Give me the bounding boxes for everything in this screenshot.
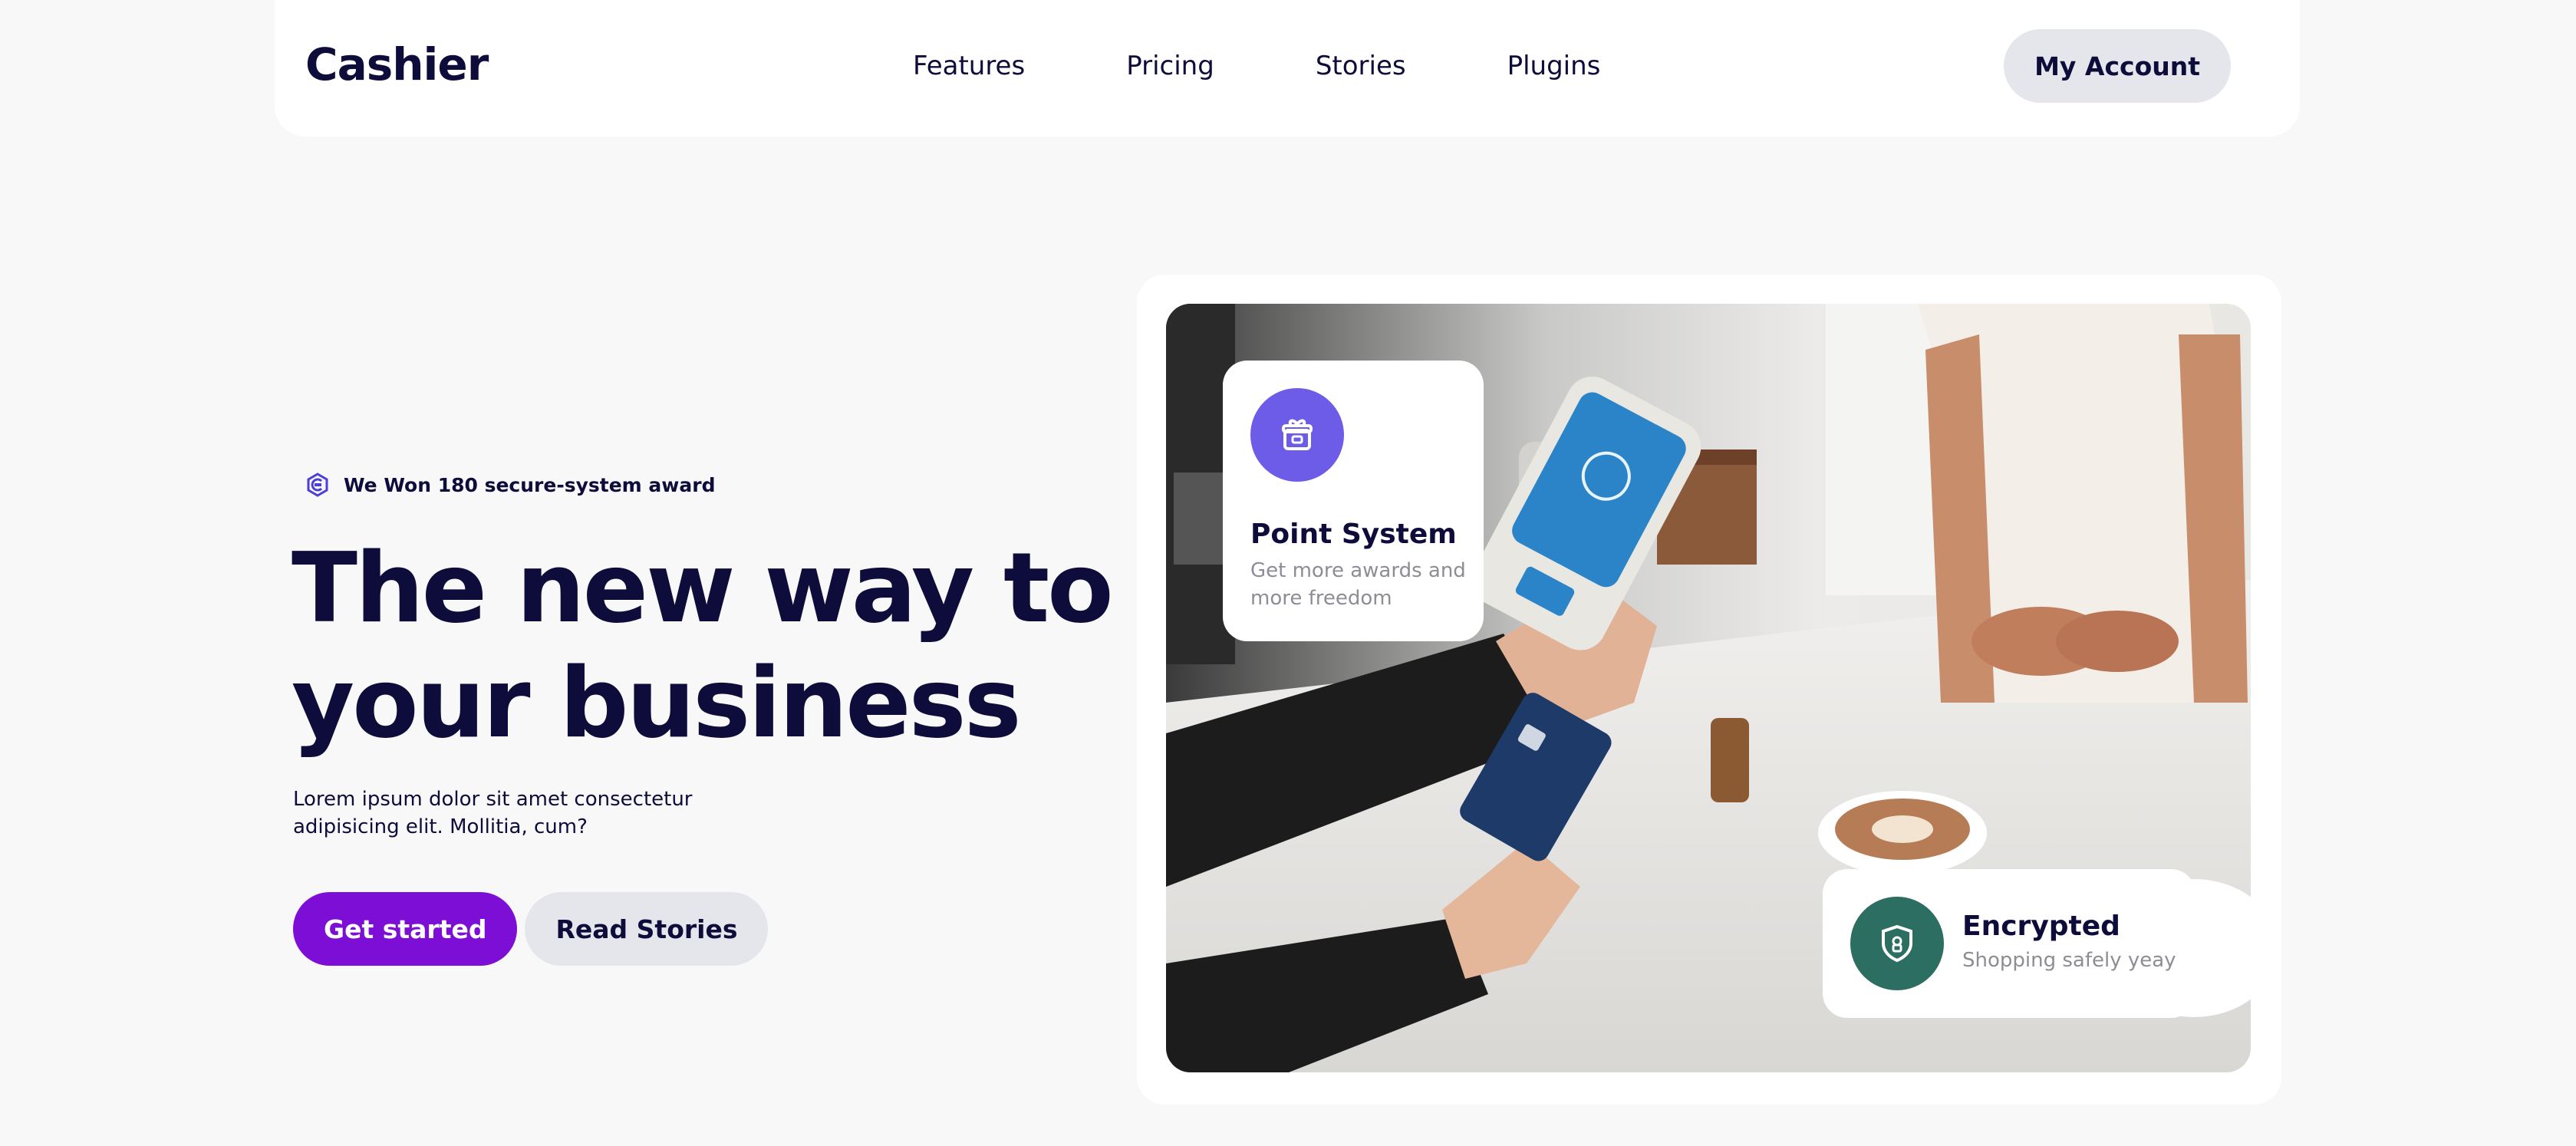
headline-line-1: The new way to	[292, 532, 1114, 644]
award-badge: We Won 180 secure-system award	[305, 473, 716, 497]
award-text: We Won 180 secure-system award	[344, 473, 716, 496]
navbar: Cashier Features Pricing Stories Plugins…	[275, 0, 2300, 137]
point-system-card: Point System Get more awards and more fr…	[1223, 361, 1484, 641]
point-system-icon-circle	[1250, 388, 1344, 482]
hero-headline: The new way to your business	[292, 531, 1120, 761]
encrypted-subtitle: Shopping safely yeay	[1962, 949, 2176, 972]
my-account-button[interactable]: My Account	[2004, 29, 2231, 103]
logo[interactable]: Cashier	[305, 38, 489, 91]
cta-row: Get started Read Stories	[293, 892, 769, 966]
nav-link-stories[interactable]: Stories	[1316, 51, 1406, 81]
encrypted-card: Encrypted Shopping safely yeay	[1823, 869, 2196, 1018]
nav-links: Features Pricing Stories Plugins	[913, 51, 1600, 81]
read-stories-button[interactable]: Read Stories	[525, 892, 769, 966]
encrypted-title: Encrypted	[1962, 911, 2120, 942]
get-started-button[interactable]: Get started	[293, 892, 518, 966]
gift-icon	[1282, 419, 1313, 450]
hero-lead: Lorem ipsum dolor sit amet consectetur a…	[293, 788, 693, 838]
headline-line-2: your business	[292, 647, 1022, 759]
encrypted-icon-circle	[1850, 897, 1944, 990]
point-system-subtitle: Get more awards and more freedom	[1250, 559, 1466, 610]
award-icon	[307, 473, 328, 497]
shield-icon	[1882, 924, 1912, 963]
point-system-title: Point System	[1250, 519, 1457, 550]
nav-link-plugins[interactable]: Plugins	[1507, 51, 1601, 81]
nav-link-pricing[interactable]: Pricing	[1126, 51, 1214, 81]
nav-link-features[interactable]: Features	[913, 51, 1025, 81]
landing-page: Cashier Features Pricing Stories Plugins…	[0, 0, 2576, 1146]
